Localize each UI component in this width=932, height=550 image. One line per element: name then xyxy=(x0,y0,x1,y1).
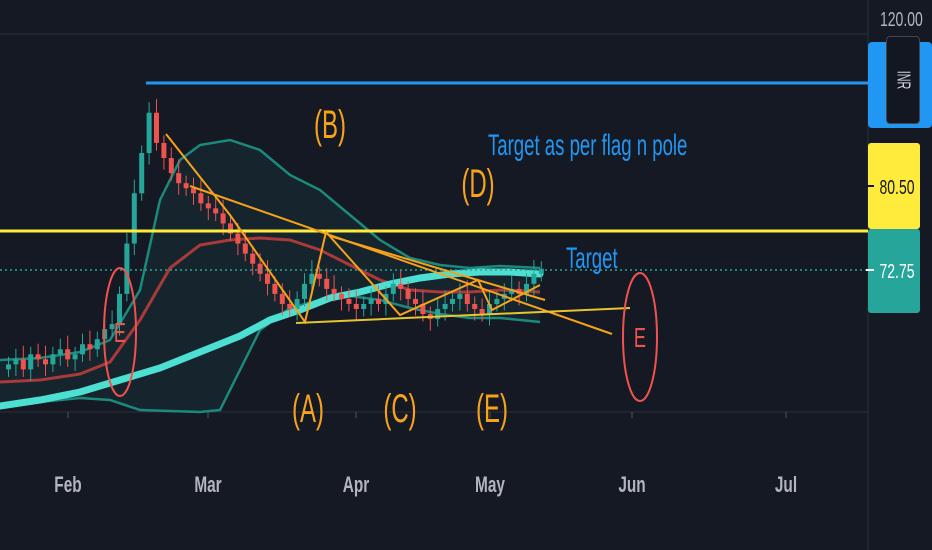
candle-up xyxy=(361,303,367,309)
candle-up xyxy=(57,349,63,355)
candle-up xyxy=(146,112,152,153)
target-annotation: Target xyxy=(566,242,618,276)
currency-button[interactable]: INR xyxy=(886,36,920,124)
candle-down xyxy=(405,288,411,299)
candle-down xyxy=(20,359,26,370)
candle-down xyxy=(154,112,159,143)
candle-up xyxy=(131,193,137,244)
candle-up xyxy=(302,283,307,299)
candle-up xyxy=(13,359,19,365)
candle-down xyxy=(242,243,248,254)
y-label-120: 120.00 xyxy=(880,7,923,30)
x-axis: Feb Mar Apr May Jun Jul xyxy=(54,412,797,498)
x-label-apr: Apr xyxy=(343,473,370,497)
candle-up xyxy=(390,283,396,294)
wave-c-label: (C) xyxy=(383,386,416,431)
candle-down xyxy=(413,298,418,304)
candle-down xyxy=(376,298,381,304)
x-label-jun: Jun xyxy=(618,473,645,497)
candle-down xyxy=(479,309,485,315)
x-label-jul: Jul xyxy=(775,473,797,497)
candle-down xyxy=(257,263,263,274)
candle-down xyxy=(346,298,352,304)
candle-up xyxy=(368,298,374,304)
candle-up xyxy=(442,303,448,309)
wave-a-label: (A) xyxy=(292,386,324,431)
candle-up xyxy=(450,298,455,304)
candle-up xyxy=(80,344,85,355)
candle-up xyxy=(531,273,537,284)
candle-down xyxy=(43,359,48,365)
e-circle-left-label: E xyxy=(114,318,126,349)
candle-down xyxy=(168,158,174,174)
candle-down xyxy=(265,273,270,284)
wave-b-label: (B) xyxy=(314,102,346,147)
candle-down xyxy=(339,293,344,299)
candle-up xyxy=(50,354,56,365)
candle-down xyxy=(205,203,211,209)
candle-down xyxy=(464,293,470,304)
candle-up xyxy=(494,298,500,304)
price-chart[interactable]: E E (B) (D) (A) (C) (E) Target as per fl… xyxy=(0,0,932,550)
candle-up xyxy=(6,364,11,370)
teal-price-label: 72.75 xyxy=(879,259,914,282)
candle-down xyxy=(65,349,71,360)
candle-down xyxy=(331,288,337,294)
candle-down xyxy=(235,233,241,244)
wave-e-label: (E) xyxy=(476,386,508,431)
candle-down xyxy=(191,188,196,194)
candle-up xyxy=(72,354,78,360)
wave-d-label: (D) xyxy=(461,161,494,206)
candle-up xyxy=(139,153,145,194)
candle-down xyxy=(316,273,322,279)
candle-down xyxy=(398,283,404,289)
candle-down xyxy=(353,303,359,309)
target-flag-annotation: Target as per flag n pole xyxy=(488,129,687,163)
candle-down xyxy=(213,208,219,214)
x-label-may: May xyxy=(475,473,505,497)
candle-down xyxy=(87,344,93,350)
candle-up xyxy=(124,243,130,294)
candle-down xyxy=(472,303,478,309)
candle-up xyxy=(28,354,34,370)
candle-down xyxy=(287,303,293,309)
candle-down xyxy=(250,253,256,264)
x-label-feb: Feb xyxy=(54,473,81,497)
candle-down xyxy=(183,183,189,189)
x-label-mar: Mar xyxy=(194,473,222,497)
candle-down xyxy=(279,293,285,304)
candle-up xyxy=(94,339,100,350)
candle-down xyxy=(161,142,167,159)
candle-down xyxy=(176,173,182,184)
candle-down xyxy=(324,278,330,289)
e-circle-right-label: E xyxy=(634,323,646,354)
candle-down xyxy=(198,193,204,204)
candle-up xyxy=(457,293,463,299)
candle-down xyxy=(272,283,278,294)
candle-down xyxy=(220,213,226,224)
yellow-price-label: 80.50 xyxy=(879,175,914,198)
candle-down xyxy=(35,354,41,360)
currency-label: INR xyxy=(893,70,914,90)
